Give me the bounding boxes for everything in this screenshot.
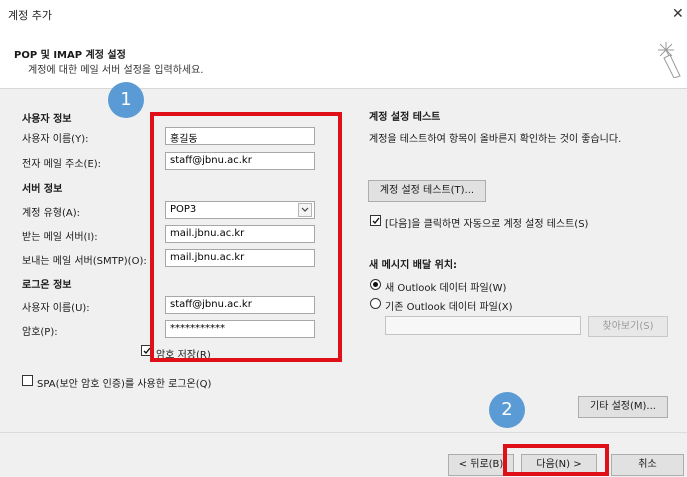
wand-sparkle-icon	[658, 42, 681, 78]
test-heading: 계정 설정 테스트	[369, 112, 441, 123]
test-description: 계정을 테스트하여 항목이 올바른지 확인하는 것이 좋습니다.	[369, 134, 622, 145]
title-bar: 계정 추가 ✕	[0, 0, 687, 30]
new-data-file-label: 새 Outlook 데이터 파일(W)	[385, 283, 507, 294]
delivery-heading: 새 메시지 배달 위치:	[369, 260, 458, 271]
incoming-server-label: 받는 메일 서버(I):	[22, 232, 98, 243]
new-data-file-radio[interactable]	[370, 279, 381, 290]
logon-user-label: 사용자 이름(U):	[22, 303, 90, 314]
server-info-heading: 서버 정보	[22, 184, 63, 195]
password-label: 암호(P):	[22, 327, 58, 338]
data-file-path-input[interactable]	[385, 316, 581, 335]
header-subtitle: 계정에 대한 메일 서버 설정을 입력하세요.	[28, 65, 204, 76]
auto-test-checkbox[interactable]	[370, 215, 381, 226]
checkmark-icon	[372, 217, 380, 225]
more-settings-button[interactable]: 기타 설정(M)...	[578, 396, 668, 418]
test-account-button[interactable]: 계정 설정 테스트(T)...	[368, 180, 486, 202]
name-label: 사용자 이름(Y):	[22, 134, 89, 145]
dialog-header: POP 및 IMAP 계정 설정 계정에 대한 메일 서버 설정을 입력하세요.	[0, 30, 687, 89]
user-info-heading: 사용자 정보	[22, 114, 72, 125]
step-1-badge: 1	[108, 82, 144, 118]
browse-button[interactable]: 찾아보기(S)	[588, 316, 668, 337]
spa-checkbox[interactable]	[22, 375, 33, 386]
account-type-label: 계정 유형(A):	[22, 208, 80, 219]
existing-data-file-label: 기존 Outlook 데이터 파일(X)	[385, 302, 513, 313]
radio-dot	[373, 282, 378, 287]
cancel-button[interactable]: 취소	[611, 454, 684, 476]
outgoing-server-label: 보내는 메일 서버(SMTP)(O):	[22, 256, 147, 267]
highlight-box-next	[503, 444, 609, 476]
window-title: 계정 추가	[8, 9, 52, 22]
spa-label: SPA(보안 암호 인증)를 사용한 로그온(Q)	[37, 379, 212, 390]
email-label: 전자 메일 주소(E):	[22, 159, 102, 170]
close-icon[interactable]: ✕	[672, 6, 684, 22]
header-title: POP 및 IMAP 계정 설정	[14, 50, 126, 61]
auto-test-label: [다음]을 클릭하면 자동으로 계정 설정 테스트(S)	[385, 219, 589, 230]
logon-info-heading: 로그온 정보	[22, 280, 72, 291]
existing-data-file-radio[interactable]	[370, 298, 381, 309]
step-2-badge: 2	[489, 392, 525, 428]
highlight-box-fields	[150, 112, 342, 362]
